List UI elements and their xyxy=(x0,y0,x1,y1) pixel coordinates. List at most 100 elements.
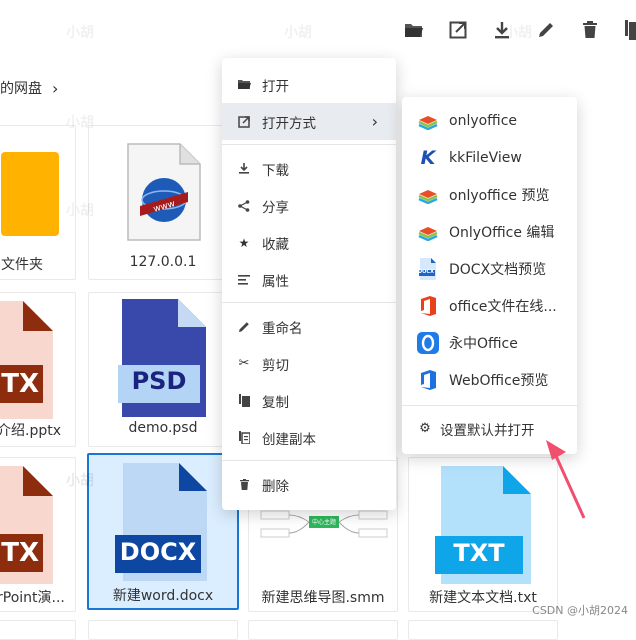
menu-item-favorite[interactable]: ★ 收藏 xyxy=(222,224,396,261)
menu-item-copy[interactable]: 复制 xyxy=(222,382,396,419)
submenu-item-weboffice[interactable]: WebOffice预览 xyxy=(402,361,577,398)
menu-item-download[interactable]: 下载 xyxy=(222,150,396,187)
file-tile-partial[interactable] xyxy=(0,620,76,640)
context-menu: 打开 打开方式 › 下载 分享 ★ 收藏 属性 重命名 ✂ 剪切 复制 创建副本… xyxy=(222,58,396,510)
docx-file-icon: DOCX xyxy=(115,463,209,581)
menu-item-duplicate[interactable]: 创建副本 xyxy=(222,419,396,456)
share-icon xyxy=(236,199,252,212)
menu-item-open[interactable]: 打开 xyxy=(222,66,396,103)
menu-item-label: 删除 xyxy=(262,478,289,495)
download-icon xyxy=(236,163,252,174)
menu-item-label: 打开 xyxy=(262,78,289,95)
file-tile-pptx-2[interactable]: TX rPoint演... xyxy=(0,457,76,612)
watermark: 小胡 xyxy=(66,473,94,489)
submenu-item-label: DOCX文档预览 xyxy=(449,261,547,278)
watermark: 小胡 xyxy=(66,115,94,131)
txt-label: TXT xyxy=(453,539,505,567)
menu-item-label: 属性 xyxy=(262,273,289,290)
onlyoffice-icon xyxy=(417,110,439,132)
submenu-item-onlyoffice-edit[interactable]: OnlyOffice 编辑 xyxy=(402,213,577,250)
docx-icon: DOCX xyxy=(417,257,439,280)
submenu-item-label: 永中Office xyxy=(449,335,518,352)
menu-item-open-with[interactable]: 打开方式 › xyxy=(222,103,396,140)
menu-item-share[interactable]: 分享 xyxy=(222,187,396,224)
submenu-item-docx-preview[interactable]: DOCX DOCX文档预览 xyxy=(402,250,577,287)
open-with-submenu: onlyoffice K kkFileView onlyoffice 预览 On… xyxy=(402,97,577,454)
open-external-icon xyxy=(236,115,252,128)
file-tile-folder[interactable]: 文件夹 xyxy=(0,125,76,280)
kkfileview-icon: K xyxy=(420,146,436,169)
folder-open-icon[interactable] xyxy=(402,18,426,42)
watermark: 小胡 xyxy=(66,203,94,219)
edit-icon xyxy=(236,321,252,333)
file-name: 新建思维导图.smm xyxy=(261,590,385,606)
submenu-item-kkfileview[interactable]: K kkFileView xyxy=(402,139,577,176)
pptx-file-icon: TX xyxy=(0,466,53,584)
folder-open-icon xyxy=(236,79,252,90)
gear-icon: ⚙ xyxy=(419,421,431,436)
psd-file-icon: PSD xyxy=(118,299,210,417)
file-tile-docx[interactable]: DOCX 新建word.docx xyxy=(87,453,239,610)
submenu-item-label: office文件在线... xyxy=(449,298,557,315)
file-name: 介绍.pptx xyxy=(0,423,61,439)
yozo-office-icon xyxy=(417,331,439,354)
file-tile-pptx[interactable]: TX 介绍.pptx xyxy=(0,292,76,447)
copy-icon[interactable] xyxy=(620,18,636,42)
docx-label: DOCX xyxy=(119,538,197,566)
file-tile-web[interactable]: www 127.0.0.1 xyxy=(88,125,238,280)
submenu-item-label: kkFileView xyxy=(449,149,522,166)
submenu-item-label: OnlyOffice 编辑 xyxy=(449,224,555,241)
pptx-label: TX xyxy=(1,369,39,399)
submenu-item-onlyoffice-preview[interactable]: onlyoffice 预览 xyxy=(402,176,577,213)
footer-credit: CSDN @小胡2024 xyxy=(532,604,628,617)
submenu-item-onlyoffice[interactable]: onlyoffice xyxy=(402,102,577,139)
folder-icon xyxy=(1,152,59,236)
menu-item-properties[interactable]: 属性 xyxy=(222,261,396,298)
watermark: 小胡 xyxy=(284,25,312,41)
copy-icon xyxy=(236,394,252,407)
file-tile-psd[interactable]: PSD demo.psd xyxy=(88,292,238,447)
file-tile-partial[interactable] xyxy=(248,620,398,640)
menu-item-label: 下载 xyxy=(262,162,289,179)
delete-icon[interactable] xyxy=(578,18,602,42)
menu-item-label: 收藏 xyxy=(262,236,289,253)
submenu-item-label: WebOffice预览 xyxy=(449,372,549,389)
submenu-item-yozo-office[interactable]: 永中Office xyxy=(402,324,577,361)
file-tile-partial[interactable] xyxy=(88,620,238,640)
annotation-arrow xyxy=(546,440,586,519)
scissors-icon: ✂ xyxy=(238,356,250,371)
file-tile-txt[interactable]: TXT 新建文本文档.txt xyxy=(408,457,558,612)
open-external-icon[interactable] xyxy=(446,18,470,42)
submenu-item-label: 设置默认并打开 xyxy=(440,422,535,439)
file-name: 127.0.0.1 xyxy=(129,254,197,270)
mindmap-center-label: 中心主题 xyxy=(311,519,336,526)
watermark: 小胡 xyxy=(504,25,532,41)
file-name: demo.psd xyxy=(128,420,198,436)
submenu-divider xyxy=(402,405,577,406)
menu-item-label: 打开方式 xyxy=(262,115,316,132)
duplicate-icon xyxy=(236,431,252,444)
menu-divider xyxy=(222,460,396,461)
onlyoffice-icon xyxy=(417,184,439,206)
properties-icon xyxy=(236,274,252,285)
web-file-icon: www xyxy=(126,142,202,242)
breadcrumb-current[interactable]: 的网盘 xyxy=(0,78,42,98)
file-tile-partial[interactable] xyxy=(408,620,558,640)
menu-item-label: 复制 xyxy=(262,394,289,411)
edit-icon[interactable] xyxy=(534,18,558,42)
top-toolbar xyxy=(0,0,636,60)
chevron-right-icon: › xyxy=(371,112,378,131)
menu-divider xyxy=(222,144,396,145)
pptx-file-icon: TX xyxy=(0,301,53,419)
submenu-item-office-online[interactable]: office文件在线... xyxy=(402,287,577,324)
psd-label: PSD xyxy=(131,367,187,395)
menu-item-label: 创建副本 xyxy=(262,431,316,448)
weboffice-icon xyxy=(417,369,439,391)
onlyoffice-icon xyxy=(417,221,439,243)
menu-item-delete[interactable]: 删除 xyxy=(222,466,396,503)
delete-icon xyxy=(236,479,252,490)
menu-item-rename[interactable]: 重命名 xyxy=(222,308,396,345)
submenu-item-label: onlyoffice 预览 xyxy=(449,187,550,204)
menu-item-cut[interactable]: ✂ 剪切 xyxy=(222,345,396,382)
file-name: 文件夹 xyxy=(1,257,43,273)
